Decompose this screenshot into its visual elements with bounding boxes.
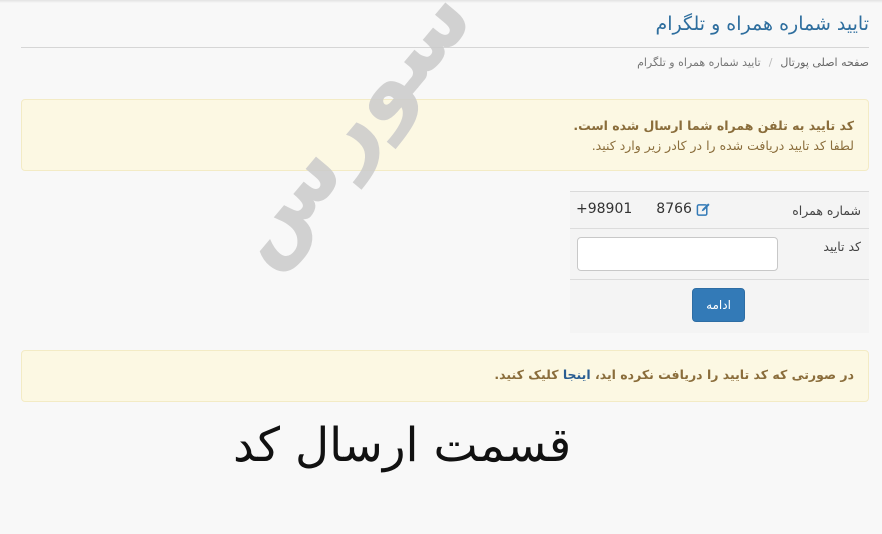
resend-alert: در صورتی که کد تایید را دریافت نکرده اید… [21,350,869,402]
resend-text-after: کلیک کنید. [494,367,563,382]
phone-row: شماره همراه +98901 8766 [570,192,869,229]
code-row: کد تایید [570,229,869,280]
code-sent-alert: کد تایید به تلفن همراه شما ارسال شده است… [21,99,869,171]
resend-text-before: در صورتی که کد تایید را دریافت نکرده اید… [590,367,854,382]
top-shadow [0,0,882,3]
verification-form: شماره همراه +98901 8766 کد تایید ادامه [570,191,869,333]
breadcrumb-home-link[interactable]: صفحه اصلی پورتال [780,56,869,69]
phone-label: شماره همراه [792,203,861,218]
breadcrumb: صفحه اصلی پورتال / تایید شماره همراه و ت… [637,56,869,69]
phone-suffix-group: 8766 [656,201,711,217]
phone-prefix: +98901 [576,201,633,217]
caption-overlay: قسمت ارسال کد [233,418,572,473]
verification-code-input[interactable] [577,237,778,271]
title-divider [21,47,869,48]
enter-code-instruction: لطفا کد تایید دریافت شده را در کادر زیر … [591,138,854,153]
phone-suffix: 8766 [656,201,692,217]
edit-icon[interactable] [696,202,711,217]
page-title: تایید شماره همراه و تلگرام [655,13,869,35]
continue-button[interactable]: ادامه [692,288,745,322]
resend-link[interactable]: اینجا [563,367,591,382]
breadcrumb-current: تایید شماره همراه و تلگرام [637,56,761,69]
phone-number: +98901 8766 [576,201,711,217]
breadcrumb-separator: / [768,56,773,69]
page: تایید شماره همراه و تلگرام صفحه اصلی پور… [0,0,882,534]
code-label: کد تایید [823,239,861,254]
code-sent-message: کد تایید به تلفن همراه شما ارسال شده است… [573,118,854,133]
